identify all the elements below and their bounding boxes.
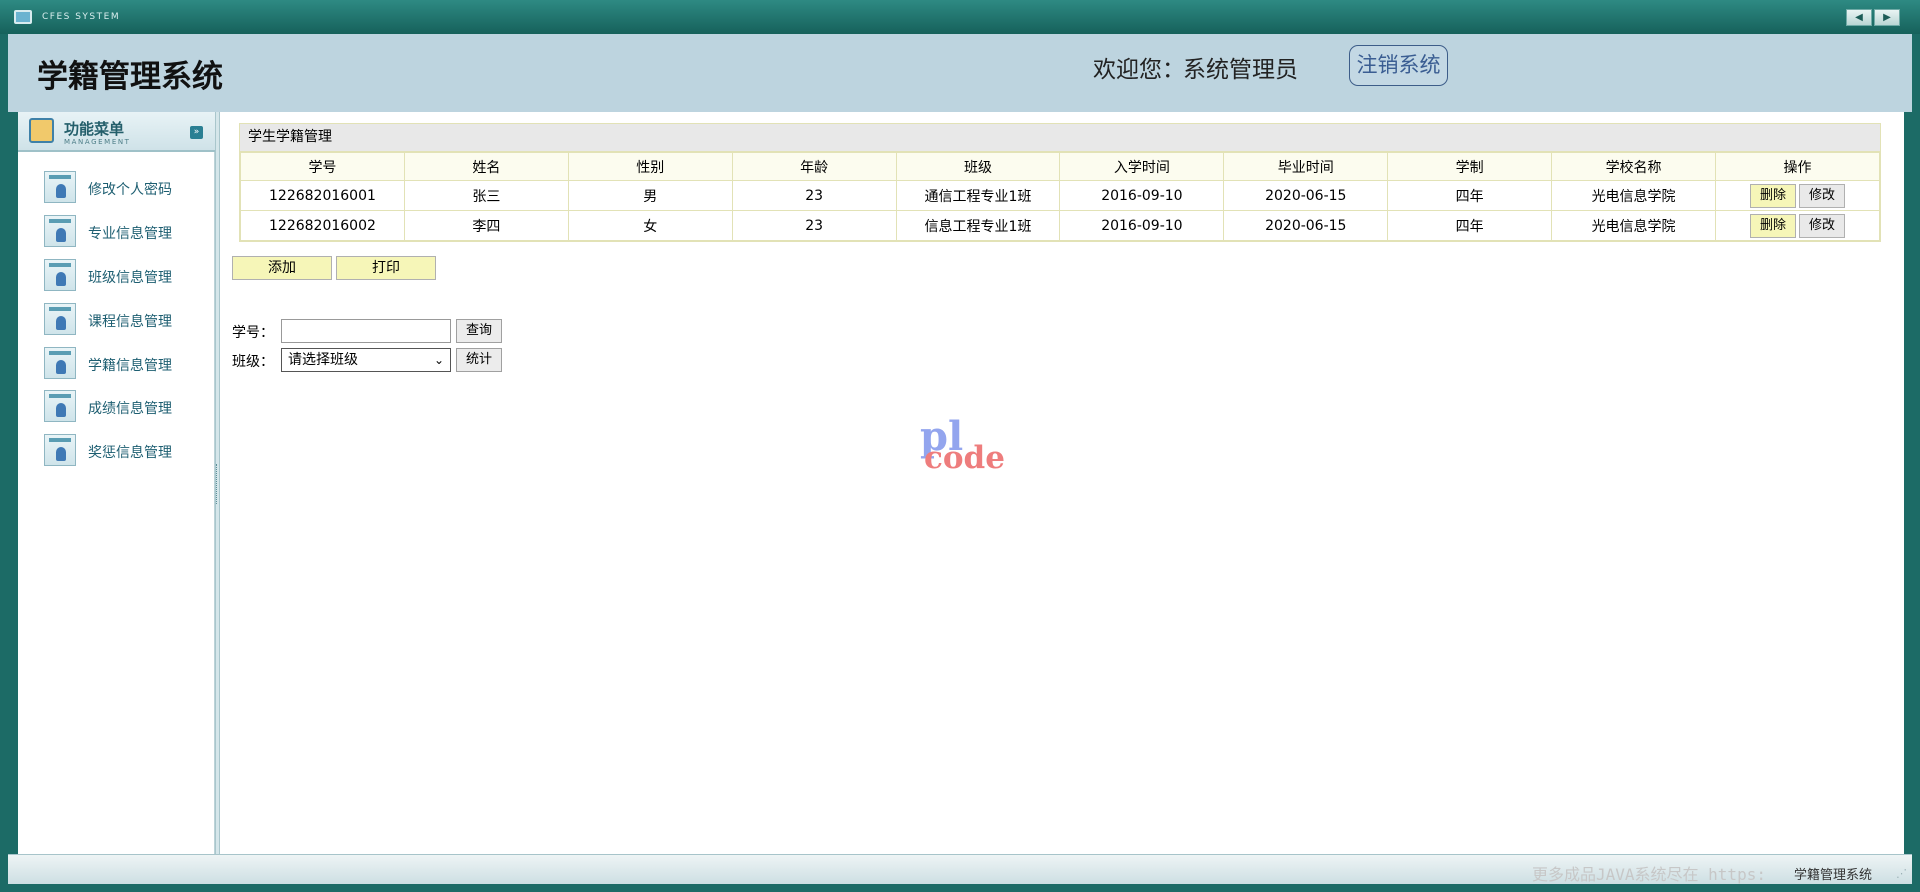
double-chevron-down-icon[interactable]: » xyxy=(190,126,203,139)
sidebar-item-label[interactable]: 修改个人密码 xyxy=(88,179,172,199)
cell-class: 通信工程专业1班 xyxy=(895,180,1061,211)
table-row: 122682016001 张三 男 23 通信工程专业1班 2016-09-10… xyxy=(240,180,1880,211)
column-header: 毕业时间 xyxy=(1223,152,1389,181)
cell-age: 23 xyxy=(731,180,897,211)
cell-school-name: 光电信息学院 xyxy=(1551,210,1717,241)
sidebar-item-rewards[interactable]: 奖惩信息管理 xyxy=(44,434,204,468)
column-header: 学校名称 xyxy=(1551,152,1717,181)
student-table: 学号 姓名 性别 年龄 班级 入学时间 毕业时间 学制 学校名称 操作 1226… xyxy=(240,152,1880,241)
ad-watermark-text: 更多成品JAVA系统尽在 https: xyxy=(1532,865,1766,884)
user-card-icon xyxy=(44,303,76,335)
monitor-icon xyxy=(14,10,32,24)
delete-button[interactable]: 删除 xyxy=(1750,183,1796,208)
cell-age: 23 xyxy=(731,210,897,241)
sidebar-item-class[interactable]: 班级信息管理 xyxy=(44,259,204,293)
edit-button[interactable]: 修改 xyxy=(1799,213,1845,238)
user-card-icon xyxy=(44,390,76,422)
delete-button[interactable]: 删除 xyxy=(1750,213,1796,238)
sidebar-item-change-password[interactable]: 修改个人密码 xyxy=(44,171,204,205)
sidebar-item-label[interactable]: 专业信息管理 xyxy=(88,223,172,243)
nav-prev-button[interactable]: ◀ xyxy=(1846,9,1872,26)
watermark-logo: pl code xyxy=(920,417,1040,487)
system-name: CFES SYSTEM xyxy=(42,12,121,22)
sidebar-item-label[interactable]: 班级信息管理 xyxy=(88,267,172,287)
class-select-value: 请选择班级 xyxy=(288,352,358,368)
welcome-label: 欢迎您： xyxy=(1093,57,1185,83)
sidebar-item-label[interactable]: 课程信息管理 xyxy=(88,311,172,331)
search-button[interactable]: 查询 xyxy=(456,319,502,343)
cell-school-length: 四年 xyxy=(1387,210,1553,241)
panel-title: 学生学籍管理 xyxy=(240,124,1880,152)
column-header: 性别 xyxy=(567,152,733,181)
cell-actions: 删除 修改 xyxy=(1715,210,1880,241)
cell-graduate-date: 2020-06-15 xyxy=(1223,210,1389,241)
logout-button[interactable]: 注销系统 xyxy=(1349,45,1448,86)
chevron-down-icon: ⌄ xyxy=(433,353,444,367)
column-header: 年龄 xyxy=(731,152,897,181)
cell-enroll-date: 2016-09-10 xyxy=(1059,180,1225,211)
sidebar-item-status[interactable]: 学籍信息管理 xyxy=(44,347,204,381)
student-status-panel: 学生学籍管理 学号 姓名 性别 年龄 班级 入学时间 毕业时间 学制 学校名称 … xyxy=(239,123,1881,242)
user-card-icon xyxy=(44,347,76,379)
cell-gender: 女 xyxy=(567,210,733,241)
sidebar-item-label[interactable]: 成绩信息管理 xyxy=(88,398,172,418)
cell-id: 122682016002 xyxy=(240,210,405,241)
sidebar-item-major[interactable]: 专业信息管理 xyxy=(44,215,204,249)
watermark-line-2: code xyxy=(924,440,1005,476)
column-header: 入学时间 xyxy=(1059,152,1225,181)
user-card-icon xyxy=(44,171,76,203)
cell-name: 张三 xyxy=(403,180,569,211)
column-header: 班级 xyxy=(895,152,1061,181)
user-card-icon xyxy=(44,259,76,291)
splitter-grip[interactable] xyxy=(216,464,219,504)
table-header-row: 学号 姓名 性别 年龄 班级 入学时间 毕业时间 学制 学校名称 操作 xyxy=(240,152,1880,181)
resize-grip-icon[interactable]: ⋰ xyxy=(1896,867,1907,880)
window-title-bar: CFES SYSTEM ◀ ▶ xyxy=(0,0,1920,34)
sidebar-item-label[interactable]: 奖惩信息管理 xyxy=(88,442,172,462)
cell-id: 122682016001 xyxy=(240,180,405,211)
column-header: 学制 xyxy=(1387,152,1553,181)
cell-actions: 删除 修改 xyxy=(1715,180,1880,211)
sidebar: 功能菜单 MANAGEMENT » 修改个人密码 专业信息管理 班级信息管理 课… xyxy=(18,112,215,854)
sidebar-item-label[interactable]: 学籍信息管理 xyxy=(88,355,172,375)
status-bar: 更多成品JAVA系统尽在 https: 学籍管理系统 ⋰ xyxy=(8,854,1912,884)
user-name: 系统管理员 xyxy=(1183,57,1298,83)
table-row: 122682016002 李四 女 23 信息工程专业1班 2016-09-10… xyxy=(240,210,1880,241)
cell-class: 信息工程专业1班 xyxy=(895,210,1061,241)
student-id-label: 学号： xyxy=(232,325,274,341)
nav-next-button[interactable]: ▶ xyxy=(1874,9,1900,26)
upload-folder-icon xyxy=(29,118,54,143)
column-header: 学号 xyxy=(240,152,405,181)
add-button[interactable]: 添加 xyxy=(232,256,332,280)
cell-graduate-date: 2020-06-15 xyxy=(1223,180,1389,211)
column-header: 姓名 xyxy=(403,152,569,181)
statistics-button[interactable]: 统计 xyxy=(456,348,502,372)
sidebar-item-grades[interactable]: 成绩信息管理 xyxy=(44,390,204,424)
cell-name: 李四 xyxy=(403,210,569,241)
student-id-input[interactable] xyxy=(281,319,451,343)
column-header: 操作 xyxy=(1715,152,1880,181)
main-content: 学生学籍管理 学号 姓名 性别 年龄 班级 入学时间 毕业时间 学制 学校名称 … xyxy=(220,112,1904,854)
menu-header: 功能菜单 MANAGEMENT » xyxy=(18,112,215,152)
sidebar-item-course[interactable]: 课程信息管理 xyxy=(44,303,204,337)
frame-left-border xyxy=(8,112,18,854)
class-label: 班级： xyxy=(232,354,274,370)
print-button[interactable]: 打印 xyxy=(336,256,436,280)
cell-school-length: 四年 xyxy=(1387,180,1553,211)
menu-subtitle: MANAGEMENT xyxy=(64,138,131,146)
menu-title: 功能菜单 xyxy=(64,120,125,138)
frame-bottom-border xyxy=(0,884,1920,892)
app-title: 学籍管理系统 xyxy=(37,59,223,95)
user-card-icon xyxy=(44,434,76,466)
cell-gender: 男 xyxy=(567,180,733,211)
footer-app-name: 学籍管理系统 xyxy=(1794,868,1873,883)
app-header: 学籍管理系统 欢迎您： 系统管理员 注销系统 xyxy=(8,34,1912,112)
edit-button[interactable]: 修改 xyxy=(1799,183,1845,208)
class-select[interactable]: 请选择班级 ⌄ xyxy=(281,348,451,372)
user-card-icon xyxy=(44,215,76,247)
frame-right-border xyxy=(1904,112,1912,854)
cell-school-name: 光电信息学院 xyxy=(1551,180,1717,211)
cell-enroll-date: 2016-09-10 xyxy=(1059,210,1225,241)
